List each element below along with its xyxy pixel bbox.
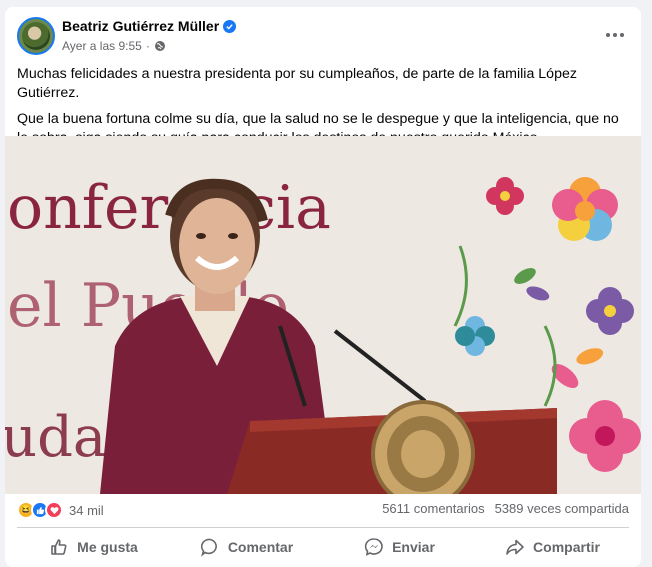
send-button[interactable]: Enviar — [323, 531, 476, 563]
post-paragraph-1: Muchas felicidades a nuestra presidenta … — [17, 66, 577, 101]
photo-illustration: onferencia el Pueblo udad — [5, 136, 641, 494]
verified-badge-icon — [223, 19, 237, 33]
reactions-summary[interactable]: 😆 34 mil — [17, 501, 104, 519]
author-name[interactable]: Beatriz Gutiérrez Müller — [62, 18, 219, 34]
actions-divider — [17, 527, 629, 528]
engagement-stats: 5611 comentarios 5389 veces compartida — [382, 501, 629, 516]
post-photo[interactable]: onferencia el Pueblo udad — [5, 136, 641, 494]
comment-button[interactable]: Comentar — [170, 531, 323, 563]
like-button[interactable]: Me gusta — [17, 531, 170, 563]
author-name-row: Beatriz Gutiérrez Müller — [62, 18, 237, 34]
post-timestamp[interactable]: Ayer a las 9:55 — [62, 39, 142, 53]
meta-separator: · — [145, 39, 150, 53]
thumbs-up-icon — [51, 539, 67, 555]
share-arrow-icon — [506, 539, 524, 555]
post-card: Beatriz Gutiérrez Müller Ayer a las 9:55… — [5, 7, 641, 567]
comments-count[interactable]: 5611 comentarios — [382, 501, 484, 516]
shares-count[interactable]: 5389 veces compartida — [495, 501, 629, 516]
more-options-button[interactable] — [603, 25, 627, 45]
reaction-icons: 😆 — [17, 501, 63, 519]
globe-icon — [154, 41, 165, 51]
reaction-count: 34 mil — [69, 502, 104, 518]
share-label: Compartir — [533, 539, 600, 555]
share-button[interactable]: Compartir — [476, 531, 629, 563]
post-meta: Ayer a las 9:55 · — [62, 39, 166, 53]
send-label: Enviar — [392, 539, 435, 555]
messenger-icon — [364, 538, 383, 556]
comment-label: Comentar — [227, 539, 294, 555]
post-header: Beatriz Gutiérrez Müller Ayer a las 9:55… — [5, 7, 641, 63]
like-label: Me gusta — [77, 539, 138, 555]
love-reaction-icon — [45, 501, 63, 519]
comment-icon — [200, 538, 217, 557]
post-actions: Me gusta Comentar Enviar Compartir — [17, 531, 629, 563]
author-avatar[interactable] — [17, 17, 55, 55]
